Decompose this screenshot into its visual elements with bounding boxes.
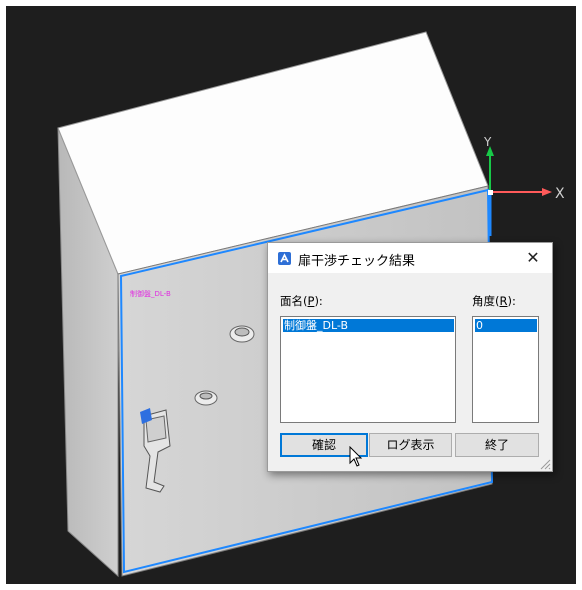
end-button[interactable]: 終了 — [455, 433, 539, 457]
axis-x-label: X — [555, 186, 565, 202]
mouse-pointer-icon — [349, 446, 363, 467]
face-name-label: 面名(P): — [280, 294, 323, 308]
face-marker-label: 制御盤_DL-B — [130, 289, 171, 298]
door-interference-result-dialog[interactable]: 扉干渉チェック結果 ✕ 面名(P): 角度(R): 制御盤_DL-B 0 確認 … — [267, 242, 553, 472]
knob-1-inner — [234, 327, 250, 337]
app-icon — [278, 252, 291, 265]
dialog-title-bar[interactable]: 扉干渉チェック結果 ✕ — [268, 243, 552, 273]
face-name-list[interactable]: 制御盤_DL-B — [280, 316, 456, 423]
ucs-axis-gizmo — [486, 146, 552, 236]
list-item[interactable]: 0 — [475, 319, 537, 332]
close-button[interactable]: ✕ — [522, 247, 544, 269]
log-display-button[interactable]: ログ表示 — [369, 433, 452, 457]
axis-y-label: Y — [483, 135, 492, 149]
angle-label: 角度(R): — [472, 294, 516, 308]
list-item[interactable]: 制御盤_DL-B — [283, 319, 454, 332]
knob-2-inner — [199, 392, 213, 400]
resize-grip-icon[interactable] — [539, 458, 551, 470]
angle-list[interactable]: 0 — [472, 316, 539, 423]
dialog-title: 扉干渉チェック結果 — [298, 254, 416, 269]
